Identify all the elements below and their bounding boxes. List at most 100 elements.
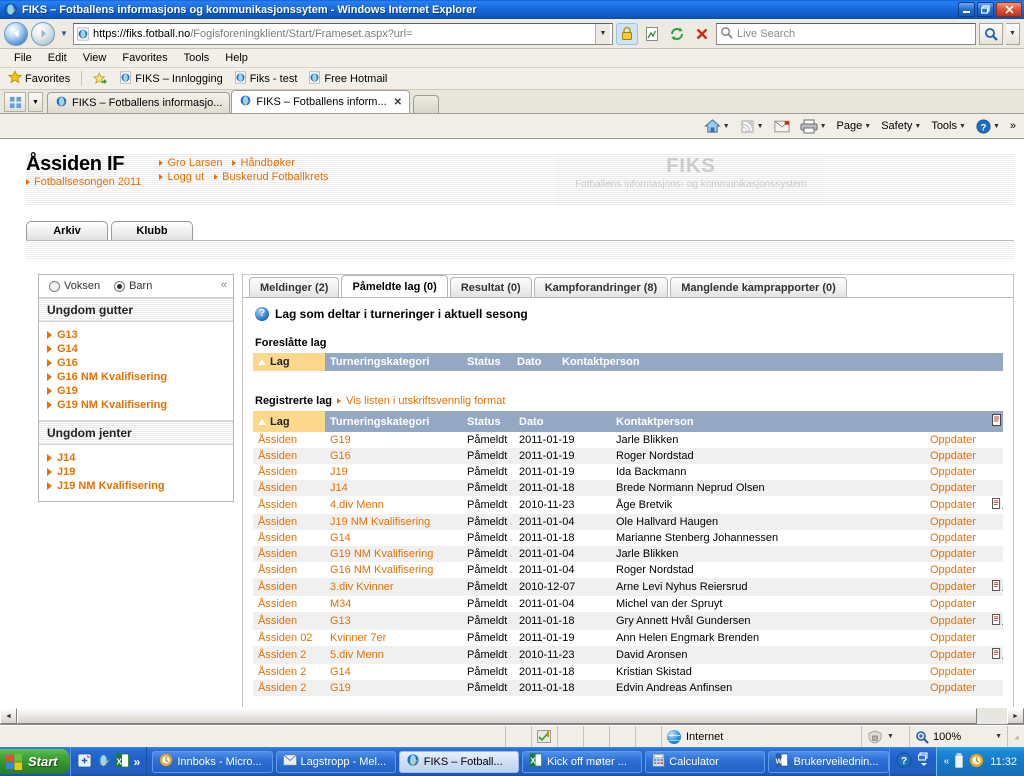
favorite-fiks-innlogging[interactable]: FIKS – Innlogging [116, 70, 225, 88]
cell-turneringskategori[interactable]: J14 [325, 480, 462, 496]
task-button-innboks[interactable]: Innboks - Micro... [152, 750, 273, 773]
stop-icon[interactable] [691, 23, 713, 45]
print-button[interactable]: ▼ [796, 117, 831, 136]
home-button[interactable]: ▼ [700, 116, 734, 136]
read-mail-button[interactable] [770, 118, 794, 135]
column-header-kontaktperson[interactable]: Kontaktperson [557, 353, 1003, 371]
sidebar-item-j14[interactable]: J14 [47, 451, 233, 465]
tools-menu-button[interactable]: Tools ▼ [927, 118, 970, 134]
quicklaunch-overflow[interactable]: » [134, 755, 141, 769]
close-button[interactable] [996, 2, 1022, 17]
update-link[interactable]: Oppdater [925, 530, 987, 546]
favorite-fiks-test[interactable]: Fiks - test [231, 70, 301, 88]
minimize-button[interactable] [958, 2, 975, 17]
cell-lag[interactable]: Åssiden 2 [253, 664, 325, 680]
table-row[interactable]: Åssiden G16 NM Kvalifisering Påmeldt 2011-0… [253, 562, 1003, 578]
back-button[interactable] [4, 21, 28, 46]
sidebar-item-g14[interactable]: G14 [47, 342, 233, 356]
link-district[interactable]: Buskerud Fotballkrets [214, 171, 329, 183]
home-chevron-down-icon[interactable]: ▼ [723, 123, 730, 130]
help-menu-button[interactable]: ? ▼ [972, 117, 1004, 136]
cell-turneringskategori[interactable]: J19 [325, 464, 462, 480]
table-row[interactable]: Åssiden J19 NM Kvalifisering Påmeldt 2011-0… [253, 514, 1003, 530]
cell-turneringskategori[interactable]: G14 [325, 664, 462, 680]
column-header-dato[interactable]: Dato [512, 353, 557, 371]
table-row[interactable]: Åssiden 2 5.div Menn Påmeldt 2010-11-23 Davi… [253, 646, 1003, 664]
cell-lag[interactable]: Åssiden [253, 612, 325, 630]
task-button-fiks[interactable]: FIKS – Fotball... [398, 750, 520, 773]
cell-turneringskategori[interactable]: G13 [325, 612, 462, 630]
update-link[interactable]: Oppdater [925, 612, 987, 630]
cell-turneringskategori[interactable]: M34 [325, 596, 462, 612]
recent-pages-chevron-down-icon[interactable]: ▼ [58, 29, 70, 38]
menu-item-edit[interactable]: Edit [40, 50, 75, 66]
window-stack-icon[interactable] [917, 752, 930, 771]
cell-lag[interactable]: Åssiden [253, 530, 325, 546]
zoom-control[interactable]: 100% ▼ [910, 726, 1008, 747]
task-button-lagstropp[interactable]: Lagstropp - Mel... [275, 750, 396, 773]
compatibility-view-icon[interactable] [641, 23, 663, 45]
cell-turneringskategori[interactable]: 4.div Menn [325, 496, 462, 514]
tab-pameldte-lag[interactable]: Påmeldte lag (0) [341, 275, 448, 297]
section-tab-arkiv[interactable]: Arkiv [26, 221, 108, 240]
table-row[interactable]: Åssiden 2 G19 Påmeldt 2011-01-18 Edvin Andre… [253, 680, 1003, 696]
column-header-status[interactable]: Status [462, 411, 514, 432]
cell-lag[interactable]: Åssiden [253, 432, 325, 448]
search-provider-chevron-down-icon[interactable]: ▼ [1006, 22, 1020, 45]
task-button-calculator[interactable]: Calculator [645, 750, 766, 773]
forward-button[interactable] [31, 21, 55, 46]
cell-document[interactable] [987, 646, 1003, 664]
sidebar-item-g16-nm[interactable]: G16 NM Kvalifisering [47, 370, 233, 384]
zoom-chevron-down-icon[interactable]: ▼ [995, 733, 1002, 740]
resize-grip[interactable] [1008, 726, 1024, 747]
cell-document[interactable] [987, 578, 1003, 596]
add-to-favorites-icon[interactable] [90, 71, 111, 87]
sidebar-item-g13[interactable]: G13 [47, 328, 233, 342]
table-row[interactable]: Åssiden J14 Påmeldt 2011-01-18 Brede Normann… [253, 480, 1003, 496]
cell-turneringskategori[interactable]: G19 NM Kvalifisering [325, 546, 462, 562]
cell-lag[interactable]: Åssiden [253, 546, 325, 562]
address-bar[interactable]: https://fiks.fotball.no/Fogisforeningkli… [73, 22, 613, 45]
update-link[interactable]: Oppdater [925, 562, 987, 578]
cell-lag[interactable]: Åssiden [253, 496, 325, 514]
column-header-turneringskategori[interactable]: Turneringskategori [325, 411, 462, 432]
update-link[interactable]: Oppdater [925, 596, 987, 612]
update-link[interactable]: Oppdater [925, 464, 987, 480]
menu-item-view[interactable]: View [75, 50, 115, 66]
search-input[interactable]: Live Search [716, 22, 976, 45]
update-link[interactable]: Oppdater [925, 646, 987, 664]
table-row[interactable]: Åssiden 4.div Menn Påmeldt 2010-11-23 Åge Br… [253, 496, 1003, 514]
browser-tab-1[interactable]: FIKS – Fotballens informasjo... [47, 92, 231, 113]
update-link[interactable]: Oppdater [925, 448, 987, 464]
link-user-profile[interactable]: Gro Larsen [159, 157, 222, 169]
cell-turneringskategori[interactable]: G16 NM Kvalifisering [325, 562, 462, 578]
feeds-chevron-down-icon[interactable]: ▼ [757, 123, 764, 130]
start-button[interactable]: Start [0, 749, 70, 774]
menu-item-favorites[interactable]: Favorites [114, 50, 175, 66]
cell-lag[interactable]: Åssiden 2 [253, 680, 325, 696]
cell-lag[interactable]: Åssiden [253, 514, 325, 530]
radio-barn[interactable]: Barn [114, 280, 152, 292]
update-link[interactable]: Oppdater [925, 630, 987, 646]
update-link[interactable]: Oppdater [925, 578, 987, 596]
menu-item-file[interactable]: File [6, 50, 40, 66]
table-row[interactable]: Åssiden 02 Kvinner 7er Påmeldt 2011-01-19 An… [253, 630, 1003, 646]
table-row[interactable]: Åssiden G19 Påmeldt 2011-01-19 Jarle Blikken… [253, 432, 1003, 448]
cell-lag[interactable]: Åssiden 2 [253, 646, 325, 664]
tab-resultat[interactable]: Resultat (0) [449, 277, 532, 297]
table-row[interactable]: Åssiden M34 Påmeldt 2011-01-04 Michel van de… [253, 596, 1003, 612]
cell-lag[interactable]: Åssiden 02 [253, 630, 325, 646]
cell-turneringskategori[interactable]: Kvinner 7er [325, 630, 462, 646]
cell-lag[interactable]: Åssiden [253, 480, 325, 496]
update-link[interactable]: Oppdater [925, 664, 987, 680]
browser-tab-2[interactable]: FIKS – Fotballens inform... ✕ [231, 90, 411, 113]
tab-kampforandringer[interactable]: Kampforandringer (8) [533, 277, 669, 297]
update-link[interactable]: Oppdater [925, 496, 987, 514]
tab-meldinger[interactable]: Meldinger (2) [249, 277, 340, 297]
column-header-status[interactable]: Status [462, 353, 512, 371]
print-friendly-link[interactable]: Vis listen i utskriftsvennlig format [346, 395, 505, 407]
table-row[interactable]: Åssiden 3.div Kvinner Påmeldt 2010-12-07 Arn… [253, 578, 1003, 596]
tab-close-icon[interactable]: ✕ [394, 97, 402, 108]
cell-document[interactable] [987, 496, 1003, 514]
cell-lag[interactable]: Åssiden [253, 464, 325, 480]
